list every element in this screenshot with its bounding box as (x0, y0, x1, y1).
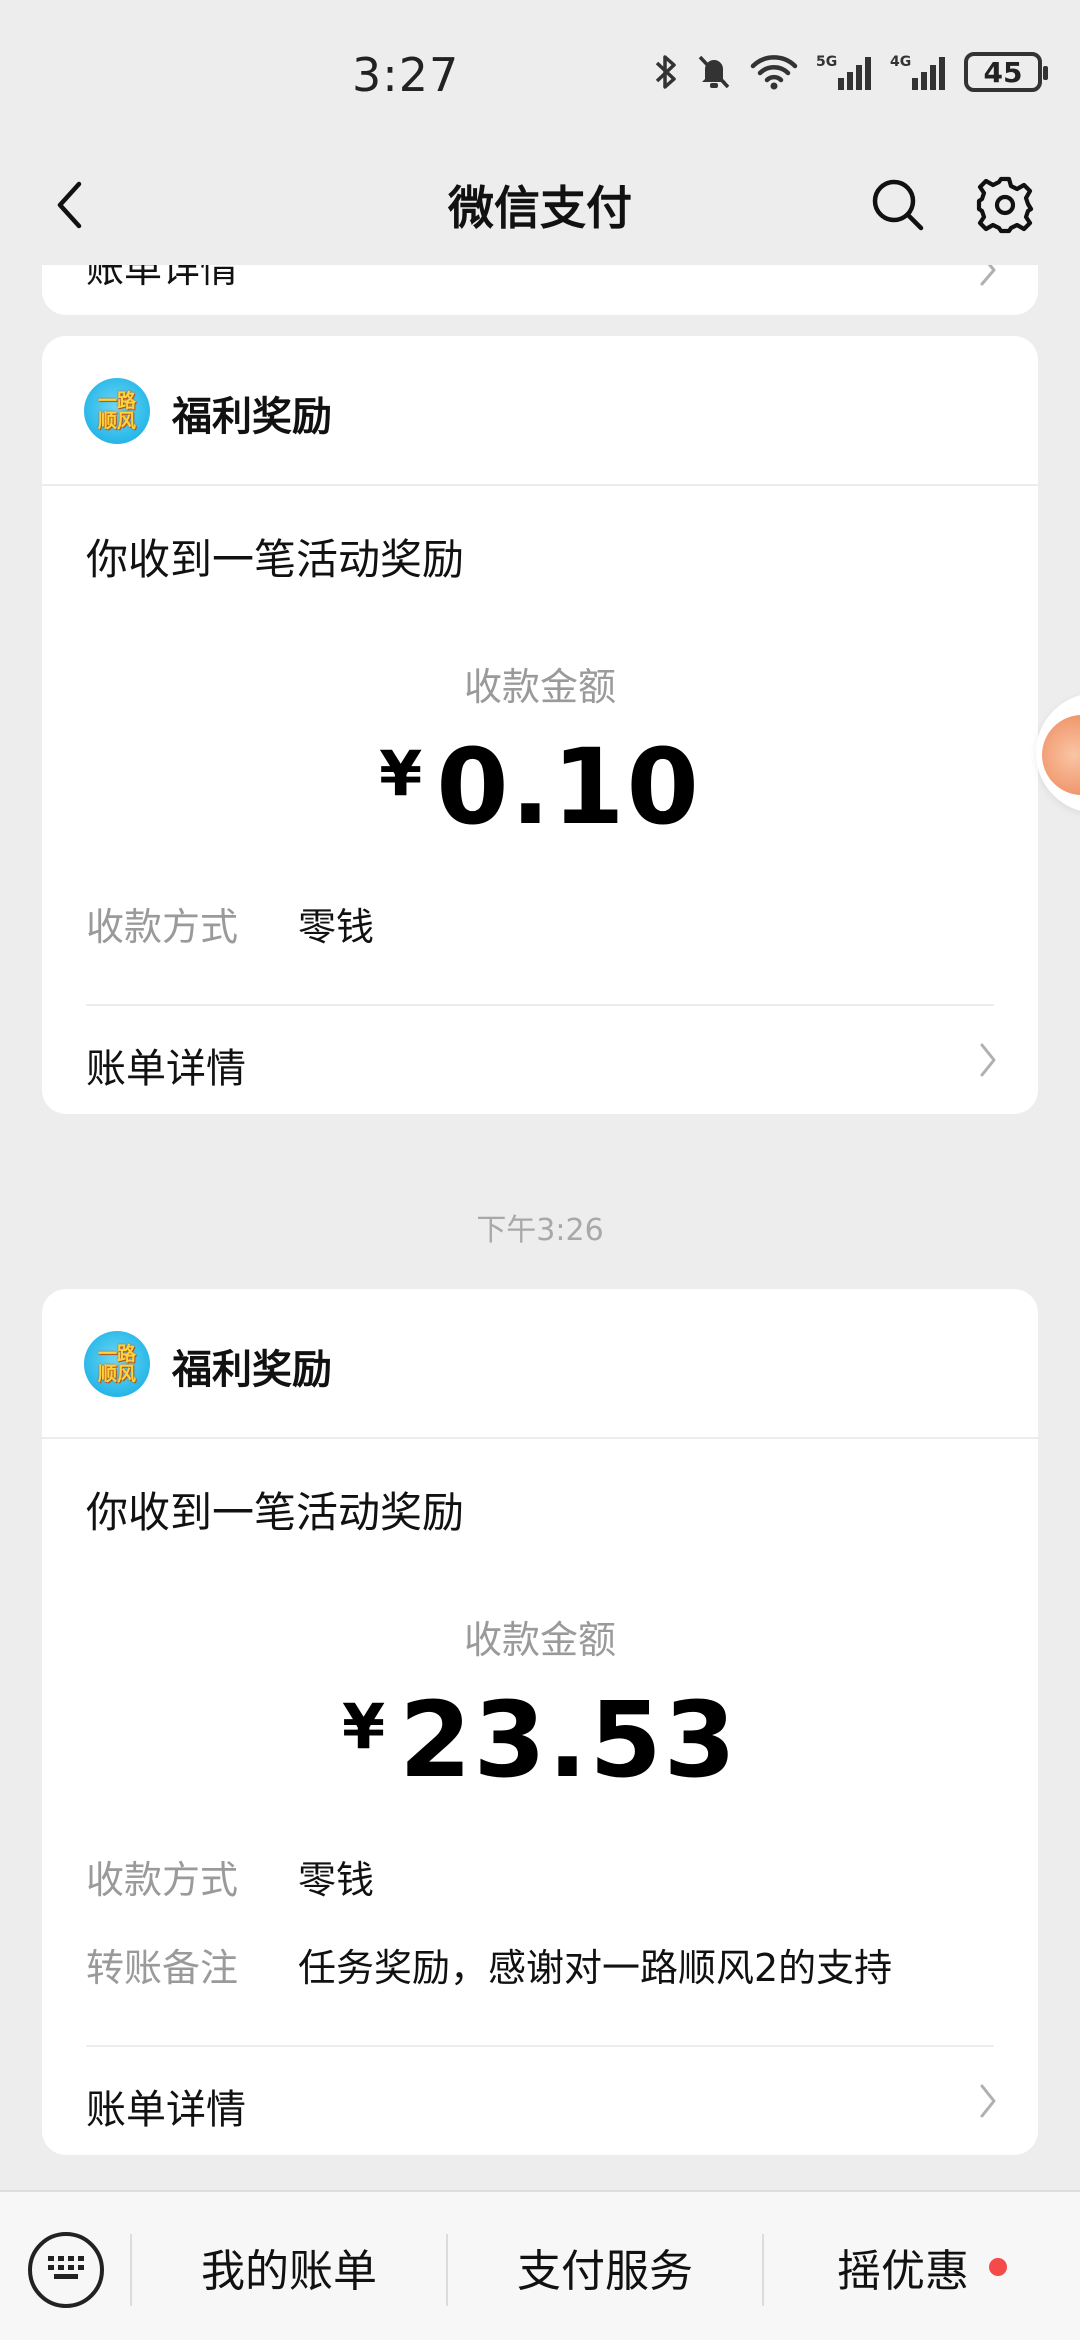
reward-message-card[interactable]: 一路 顺风 福利奖励 你收到一笔活动奖励 收款金额 ¥0.10 收款方式 零钱 账… (42, 336, 1038, 1114)
app-logo: 一路 顺风 (84, 1331, 150, 1397)
floating-bubble[interactable] (1036, 693, 1080, 813)
payment-method-value: 零钱 (298, 1858, 375, 1902)
keyboard-icon (46, 2253, 86, 2287)
payment-method-value: 零钱 (298, 905, 375, 949)
search-button[interactable] (868, 172, 928, 242)
battery-icon: 45 (964, 52, 1048, 92)
tab-payment-services[interactable]: 支付服务 (448, 2192, 762, 2340)
status-time: 3:27 (352, 48, 460, 102)
tab-shake-deals-label: 摇优惠 (837, 2246, 969, 2297)
previous-message-card[interactable]: 账单详情 (42, 265, 1038, 315)
bell-muted-icon (696, 53, 732, 91)
amount-label: 收款金额 (463, 1618, 616, 1662)
screen: 3:27 5G 4G 45 微信支付 账单详情 一路 顺风 福利奖励 你收到一笔… (0, 0, 1080, 2340)
transfer-note-value: 任务奖励，感谢对一路顺风2的支持 (298, 1946, 893, 1990)
payment-method-key: 收款方式 (86, 1858, 239, 1902)
card-headline: 你收到一笔活动奖励 (86, 1488, 465, 1537)
amount-value: ¥23.53 (42, 1679, 1038, 1801)
wifi-icon (750, 53, 798, 91)
message-list[interactable]: 账单详情 一路 顺风 福利奖励 你收到一笔活动奖励 收款金额 ¥0.10 收款方… (0, 265, 1080, 2190)
battery-level: 45 (983, 55, 1023, 89)
status-icons: 5G 4G 45 (654, 52, 1048, 92)
signal-4g-icon: 4G (890, 52, 946, 92)
settings-button[interactable] (974, 172, 1036, 242)
payment-method-row: 收款方式 零钱 (86, 896, 374, 951)
chevron-right-icon (978, 1042, 998, 1082)
card-headline: 你收到一笔活动奖励 (86, 535, 465, 584)
bottom-menu-bar: 我的账单 支付服务 摇优惠 (0, 2190, 1080, 2340)
gear-icon (976, 176, 1034, 238)
payment-method-key: 收款方式 (86, 905, 239, 949)
bill-details-link[interactable]: 账单详情 (86, 2077, 246, 2135)
transfer-note-row: 转账备注 任务奖励，感谢对一路顺风2的支持 (86, 1937, 892, 1992)
chevron-right-icon (978, 265, 998, 291)
floating-bubble-icon (1042, 715, 1080, 795)
card-app-name: 福利奖励 (172, 394, 332, 440)
card-header: 一路 顺风 福利奖励 (42, 1289, 1038, 1439)
amount-label: 收款金额 (463, 665, 616, 709)
svg-text:5G: 5G (816, 54, 837, 70)
divider (86, 1004, 994, 1006)
tab-shake-deals[interactable]: 摇优惠 (764, 2192, 1080, 2340)
app-logo: 一路 顺风 (84, 378, 150, 444)
card-app-name: 福利奖励 (172, 1347, 332, 1393)
currency-symbol: ¥ (341, 1690, 386, 1764)
card-header: 一路 顺风 福利奖励 (42, 336, 1038, 486)
search-icon (871, 178, 925, 236)
message-timestamp: 下午3:26 (476, 1213, 604, 1248)
transfer-note-key: 转账备注 (86, 1946, 239, 1990)
bill-details-link[interactable]: 账单详情 (86, 265, 238, 293)
currency-symbol: ¥ (379, 737, 423, 811)
reward-message-card[interactable]: 一路 顺风 福利奖励 你收到一笔活动奖励 收款金额 ¥23.53 收款方式 零钱 … (42, 1289, 1038, 2155)
signal-5g-icon: 5G (816, 52, 872, 92)
notification-dot (989, 2258, 1007, 2276)
amount-number: 23.53 (399, 1679, 739, 1801)
keyboard-toggle-button[interactable] (28, 2232, 104, 2308)
nav-bar: 微信支付 (0, 150, 1080, 265)
bill-details-link[interactable]: 账单详情 (86, 1036, 246, 1094)
divider (86, 2045, 994, 2047)
amount-value: ¥0.10 (42, 726, 1038, 848)
chevron-right-icon (978, 2083, 998, 2123)
payment-method-row: 收款方式 零钱 (86, 1849, 374, 1904)
status-bar: 3:27 5G 4G 45 (0, 0, 1080, 150)
tab-my-bills[interactable]: 我的账单 (132, 2192, 446, 2340)
amount-number: 0.10 (436, 726, 701, 848)
svg-text:4G: 4G (890, 54, 911, 70)
bluetooth-icon (654, 53, 678, 91)
